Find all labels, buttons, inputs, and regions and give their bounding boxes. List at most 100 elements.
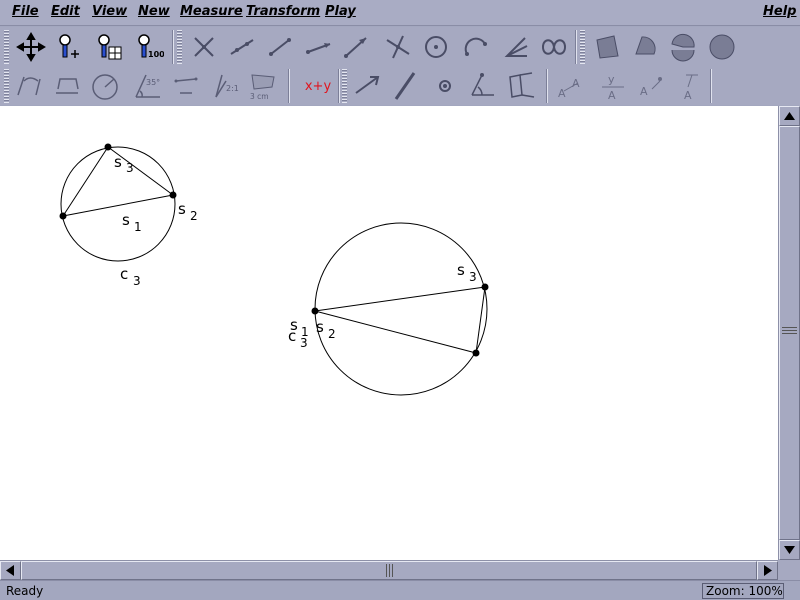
angle-bisector-icon[interactable]	[499, 30, 533, 64]
zoom-in-out-icon[interactable]	[52, 30, 86, 64]
scrollbar-corner	[778, 560, 800, 580]
point[interactable]	[472, 349, 480, 357]
toolbar-separator	[575, 30, 577, 64]
segment-s2[interactable]	[314, 310, 477, 354]
angle-measure-icon[interactable]: 35°	[130, 69, 164, 103]
zoom-indicator: Zoom: 100%	[702, 583, 784, 599]
circle-interior-icon[interactable]	[628, 30, 662, 64]
segment-tool-icon[interactable]	[263, 30, 297, 64]
scroll-up-button[interactable]	[779, 106, 800, 126]
segment-s3[interactable]	[475, 286, 486, 354]
menu-measure[interactable]: Measure	[180, 4, 243, 19]
arrow-down-icon	[784, 546, 795, 554]
rotate-tool-icon[interactable]	[466, 69, 500, 103]
angle-measure-label: 35°	[146, 78, 160, 87]
circle-c3[interactable]	[314, 222, 488, 396]
area-unit-label: 3 cm	[250, 92, 269, 101]
ray-tool-icon[interactable]	[301, 30, 335, 64]
point[interactable]	[481, 283, 489, 291]
toolbar-separator	[338, 69, 340, 103]
toolbar-grip[interactable]	[177, 30, 182, 64]
segment-s1[interactable]	[62, 194, 174, 217]
dilate-tool-icon[interactable]	[504, 69, 538, 103]
point[interactable]	[169, 191, 177, 199]
arrow-up-icon	[784, 112, 795, 120]
figure-1: s 3 s 2 s 1 c 3	[59, 143, 198, 288]
label-c3-name: c	[120, 265, 128, 283]
label-s3-sub: 3	[469, 270, 477, 284]
vertical-scroll-thumb[interactable]	[779, 126, 800, 540]
disk-fill-icon[interactable]	[705, 30, 739, 64]
drawing-canvas[interactable]: s 3 s 2 s 1 c 3 s 3 s 1 s 2 c 3	[0, 106, 778, 560]
move-tool-icon[interactable]	[14, 30, 48, 64]
style-tool-icon[interactable]: A	[634, 69, 668, 103]
toolbar-separator	[546, 69, 548, 103]
label-s2-name: s	[316, 318, 324, 336]
translate-tool-icon[interactable]	[350, 69, 384, 103]
area-measure-icon[interactable]: 3 cm	[246, 69, 280, 103]
segment-s1[interactable]	[314, 286, 486, 312]
label-s2-sub: 2	[190, 209, 198, 223]
toolbar-grip[interactable]	[4, 69, 9, 103]
scroll-left-button[interactable]	[0, 561, 21, 580]
zoom-fit-icon[interactable]	[92, 30, 126, 64]
polygon-fill-icon[interactable]	[590, 30, 624, 64]
length-measure-icon[interactable]	[50, 69, 84, 103]
ratio-label: 2:1	[226, 84, 239, 93]
horizontal-scroll-thumb[interactable]	[21, 561, 757, 580]
label-c3-sub: 3	[300, 336, 308, 350]
circle-tool-icon[interactable]	[419, 30, 453, 64]
sector-tool-icon[interactable]	[666, 30, 700, 64]
toolbar-row-1: 100%	[0, 27, 800, 67]
scroll-down-button[interactable]	[779, 540, 800, 560]
toolbar-grip[interactable]	[4, 30, 9, 64]
label-s3-name: s	[457, 261, 465, 279]
menu-transform[interactable]: Transform	[246, 4, 320, 19]
calculate-label: x+y	[304, 78, 332, 94]
distance-measure-icon[interactable]	[12, 69, 46, 103]
point[interactable]	[104, 143, 112, 151]
status-text: Ready	[6, 584, 44, 598]
arrow-right-icon	[764, 565, 772, 576]
toolbar-separator	[710, 69, 712, 103]
vertical-scrollbar[interactable]	[778, 106, 800, 560]
line-tool-icon[interactable]	[225, 30, 259, 64]
arc-tool-icon[interactable]	[459, 30, 493, 64]
perpendicular-tool-icon[interactable]	[381, 30, 415, 64]
menu-bar: File Edit View New Measure Transform Pla…	[0, 0, 800, 26]
label-s3-sub: 3	[126, 161, 134, 175]
zoom-100-icon[interactable]: 100%	[132, 30, 166, 64]
reflect-tool-icon[interactable]	[388, 69, 422, 103]
point[interactable]	[311, 307, 319, 315]
vector-tool-icon[interactable]	[339, 30, 373, 64]
text-label-icon[interactable]: yA	[596, 69, 630, 103]
intersection-tool-icon[interactable]	[187, 30, 221, 64]
ratio-measure-icon[interactable]	[170, 69, 204, 103]
calculate-button[interactable]: x+y	[300, 69, 336, 103]
ratio-segments-icon[interactable]: 2:1	[210, 69, 244, 103]
locus-tool-icon[interactable]	[537, 30, 571, 64]
toolbar-grip[interactable]	[580, 30, 585, 64]
hide-tool-icon[interactable]: A	[672, 69, 706, 103]
menu-play[interactable]: Play	[325, 4, 356, 19]
toolbar-separator	[172, 30, 174, 64]
horizontal-scrollbar[interactable]	[0, 560, 778, 580]
radius-measure-icon[interactable]	[88, 69, 122, 103]
toolbar-grip[interactable]	[342, 69, 347, 103]
label-tool-icon[interactable]: AA	[554, 69, 588, 103]
label-s2-name: s	[178, 200, 186, 218]
toolbar-row-2: 35° 2:1 3 cm x+y AA yA A A	[0, 67, 800, 105]
arrow-left-icon	[6, 565, 14, 576]
menu-view[interactable]: View	[92, 4, 127, 19]
point[interactable]	[59, 212, 67, 220]
menu-help[interactable]: Help	[763, 4, 796, 19]
toolbar-separator	[288, 69, 290, 103]
menu-file[interactable]: File	[12, 4, 39, 19]
zoom-100-label: 100%	[148, 50, 164, 59]
menu-new[interactable]: New	[138, 4, 170, 19]
menu-edit[interactable]: Edit	[51, 4, 80, 19]
point-on-object-icon[interactable]	[428, 69, 462, 103]
label-c3-name: c	[288, 327, 296, 345]
geometry-figure-svg: s 3 s 2 s 1 c 3 s 3 s 1 s 2 c 3	[59, 143, 489, 396]
scroll-right-button[interactable]	[757, 561, 778, 580]
